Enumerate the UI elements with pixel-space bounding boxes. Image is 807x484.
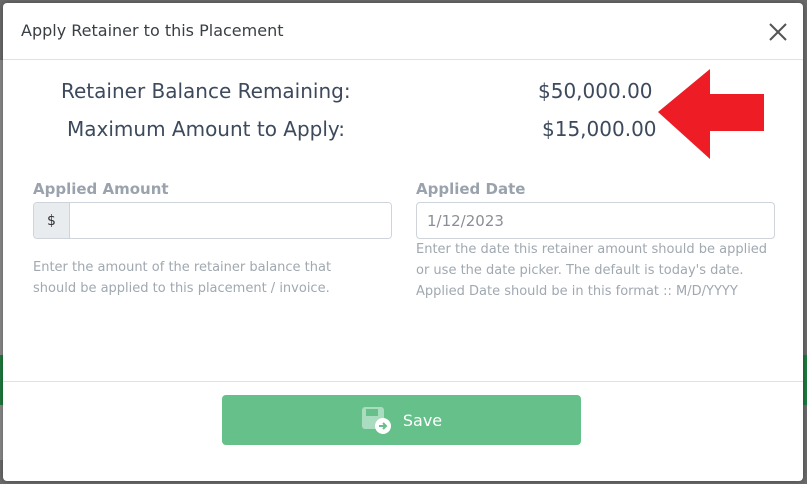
applied-amount-input[interactable] — [70, 203, 391, 238]
close-icon[interactable] — [765, 19, 791, 45]
max-amount-value: $15,000.00 — [542, 117, 657, 141]
applied-amount-help: Enter the amount of the retainer balance… — [33, 260, 332, 296]
applied-amount-group: $ — [33, 202, 392, 239]
applied-amount-label: Applied Amount — [33, 180, 169, 198]
applied-date-help: Enter the date this retainer amount shou… — [416, 242, 768, 299]
balance-label: Retainer Balance Remaining: — [61, 79, 351, 103]
red-arrow-icon — [658, 69, 764, 159]
save-button[interactable]: Save — [222, 395, 581, 445]
max-amount-label: Maximum Amount to Apply: — [67, 117, 346, 141]
save-button-label: Save — [402, 410, 443, 430]
modal-title: Apply Retainer to this Placement — [21, 21, 284, 40]
modal-header: Apply Retainer to this Placement — [3, 3, 803, 60]
applied-date-input[interactable] — [416, 202, 775, 239]
currency-prefix: $ — [34, 203, 70, 238]
applied-date-label: Applied Date — [416, 180, 526, 198]
balance-value: $50,000.00 — [538, 79, 653, 103]
save-icon — [361, 407, 391, 434]
